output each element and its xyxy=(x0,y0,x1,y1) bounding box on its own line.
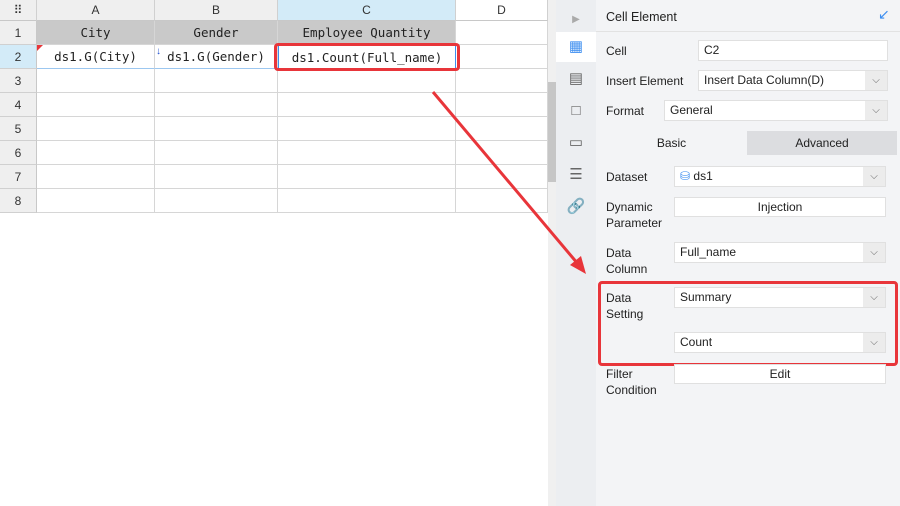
annotation-arrow xyxy=(431,91,586,274)
